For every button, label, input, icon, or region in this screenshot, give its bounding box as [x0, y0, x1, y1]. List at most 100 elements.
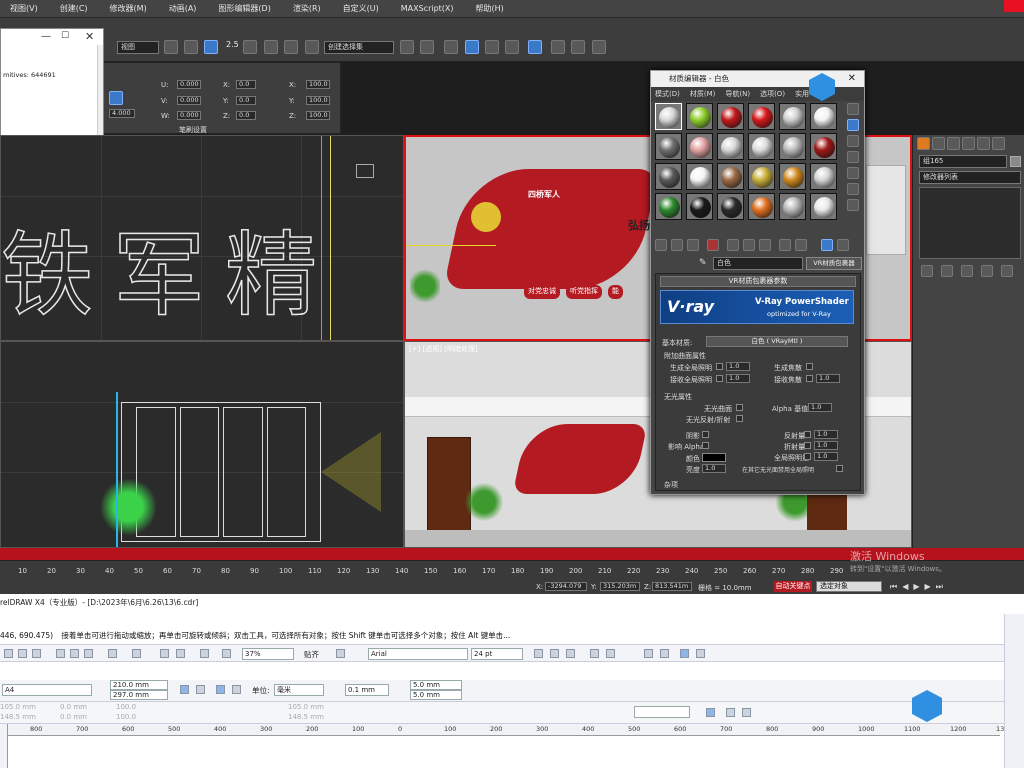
material-sample-slot[interactable]	[810, 133, 837, 160]
open-icon[interactable]	[18, 649, 27, 658]
reflection-checkbox[interactable]	[804, 431, 811, 438]
bullets-icon[interactable]	[606, 649, 615, 658]
material-sample-slot[interactable]	[748, 193, 775, 220]
reflection-field[interactable]: 1.0	[814, 430, 838, 439]
undo-icon[interactable]	[108, 649, 117, 658]
menu-animation[interactable]: 动画(A)	[169, 3, 197, 14]
material-sample-slot[interactable]	[686, 133, 713, 160]
sample-type-icon[interactable]	[847, 103, 859, 115]
italic-icon[interactable]	[550, 649, 559, 658]
save-icon[interactable]	[32, 649, 41, 658]
create-tab-icon[interactable]	[917, 137, 930, 150]
material-sample-slot[interactable]	[748, 103, 775, 130]
scale-x-field[interactable]: 100.0	[306, 80, 330, 89]
material-sample-slot[interactable]	[810, 103, 837, 130]
underline-icon[interactable]	[566, 649, 575, 658]
cut-icon[interactable]	[56, 649, 65, 658]
x-field[interactable]: 0.0	[236, 80, 256, 89]
gi-amount-checkbox[interactable]	[804, 453, 811, 460]
vertical-text-icon[interactable]	[696, 649, 705, 658]
menu-maxscript[interactable]: MAXScript(X)	[401, 4, 454, 13]
w-field[interactable]: 0.000	[177, 111, 201, 120]
recv-gi-field[interactable]: 1.0	[726, 374, 750, 383]
edit-text-icon[interactable]	[660, 649, 669, 658]
close-icon[interactable]: ✕	[848, 71, 856, 87]
material-sample-slot[interactable]	[686, 163, 713, 190]
font-size-dropdown[interactable]: 24 pt	[471, 648, 523, 660]
align-icon[interactable]	[420, 40, 434, 54]
bold-icon[interactable]	[534, 649, 543, 658]
gen-gi-checkbox[interactable]	[716, 363, 723, 370]
move-icon[interactable]	[184, 40, 198, 54]
remove-modifier-icon[interactable]	[981, 265, 993, 277]
matte-surface-checkbox[interactable]	[736, 404, 743, 411]
refraction-field[interactable]: 1.0	[814, 441, 838, 450]
maximize-icon[interactable]: ☐	[61, 31, 69, 41]
z-field[interactable]: 0.0	[236, 111, 256, 120]
percent-snap-icon[interactable]	[264, 40, 278, 54]
offset-field[interactable]: 4.000	[109, 109, 135, 118]
mat-menu-mode[interactable]: 模式(D)	[655, 87, 680, 101]
put-to-library-icon[interactable]	[759, 239, 771, 251]
configure-modifier-icon[interactable]	[1001, 265, 1013, 277]
refraction-checkbox[interactable]	[804, 442, 811, 449]
menu-create[interactable]: 创建(C)	[60, 3, 88, 14]
material-editor-titlebar[interactable]: 材质编辑器 - 白色 ✕	[651, 71, 864, 101]
page-width-field[interactable]: 210.0 mm	[110, 680, 168, 690]
get-material-icon[interactable]	[655, 239, 667, 251]
mat-menu-options[interactable]: 选项(O)	[760, 87, 785, 101]
view-dropdown[interactable]: 视图	[117, 41, 159, 54]
app-launcher-icon[interactable]	[200, 649, 209, 658]
minimize-icon[interactable]: —	[41, 31, 51, 42]
scale-z-field[interactable]: 100.0	[306, 111, 330, 120]
options-icon[interactable]	[336, 649, 345, 658]
material-sample-slot[interactable]	[748, 163, 775, 190]
preview-icon[interactable]	[847, 183, 859, 195]
go-start-icon[interactable]: ⏮	[890, 582, 897, 592]
paper-size-dropdown[interactable]: A4	[2, 684, 92, 696]
viewport-left[interactable]	[0, 341, 404, 548]
lock-icon[interactable]	[109, 91, 123, 105]
no-gi-other-checkbox[interactable]	[836, 465, 843, 472]
pivot-icon[interactable]	[204, 40, 218, 54]
angle-snap-icon[interactable]	[243, 40, 257, 54]
menu-modifiers[interactable]: 修改器(M)	[110, 3, 147, 14]
material-sample-slot[interactable]	[810, 193, 837, 220]
current-page-icon[interactable]	[232, 685, 241, 694]
utilities-tab-icon[interactable]	[992, 137, 1005, 150]
recv-caustics-field[interactable]: 1.0	[816, 374, 840, 383]
nudge-field[interactable]: 0.1 mm	[345, 684, 389, 696]
mirror-icon[interactable]	[400, 40, 414, 54]
matte-refl-checkbox[interactable]	[736, 415, 743, 422]
menu-view[interactable]: 视图(V)	[10, 3, 38, 14]
copy-icon[interactable]	[70, 649, 79, 658]
selection-set-dropdown[interactable]: 创建选择集	[324, 41, 394, 54]
landscape-icon[interactable]	[196, 685, 205, 694]
horizontal-text-icon[interactable]	[680, 649, 689, 658]
material-sample-slot[interactable]	[779, 193, 806, 220]
fill-icon[interactable]	[726, 708, 735, 717]
recv-caustics-checkbox[interactable]	[806, 375, 813, 382]
reset-icon[interactable]	[707, 239, 719, 251]
material-sample-slot[interactable]	[748, 133, 775, 160]
hierarchy-tab-icon[interactable]	[947, 137, 960, 150]
brush-settings-label[interactable]: 笔刷设置	[179, 125, 207, 135]
affect-alpha-checkbox[interactable]	[702, 442, 709, 449]
new-icon[interactable]	[4, 649, 13, 658]
import-icon[interactable]	[160, 649, 169, 658]
modify-tab-icon[interactable]	[932, 137, 945, 150]
show-shaded-icon[interactable]	[795, 239, 807, 251]
gen-caustics-checkbox[interactable]	[806, 363, 813, 370]
motion-tab-icon[interactable]	[962, 137, 975, 150]
u-field[interactable]: 0.000	[177, 80, 201, 89]
render-icon[interactable]	[592, 40, 606, 54]
auto-key-button[interactable]: 自动关键点	[774, 581, 812, 592]
format-text-icon[interactable]	[644, 649, 653, 658]
page-height-field[interactable]: 297.0 mm	[110, 690, 168, 700]
material-sample-slot[interactable]	[779, 163, 806, 190]
font-dropdown[interactable]: Arial	[368, 648, 468, 660]
misc-label[interactable]: 杂项	[664, 480, 678, 490]
v-field[interactable]: 0.000	[177, 96, 201, 105]
material-name-field[interactable]: 白色	[713, 257, 803, 270]
show-end-result-stack-icon[interactable]	[941, 265, 953, 277]
